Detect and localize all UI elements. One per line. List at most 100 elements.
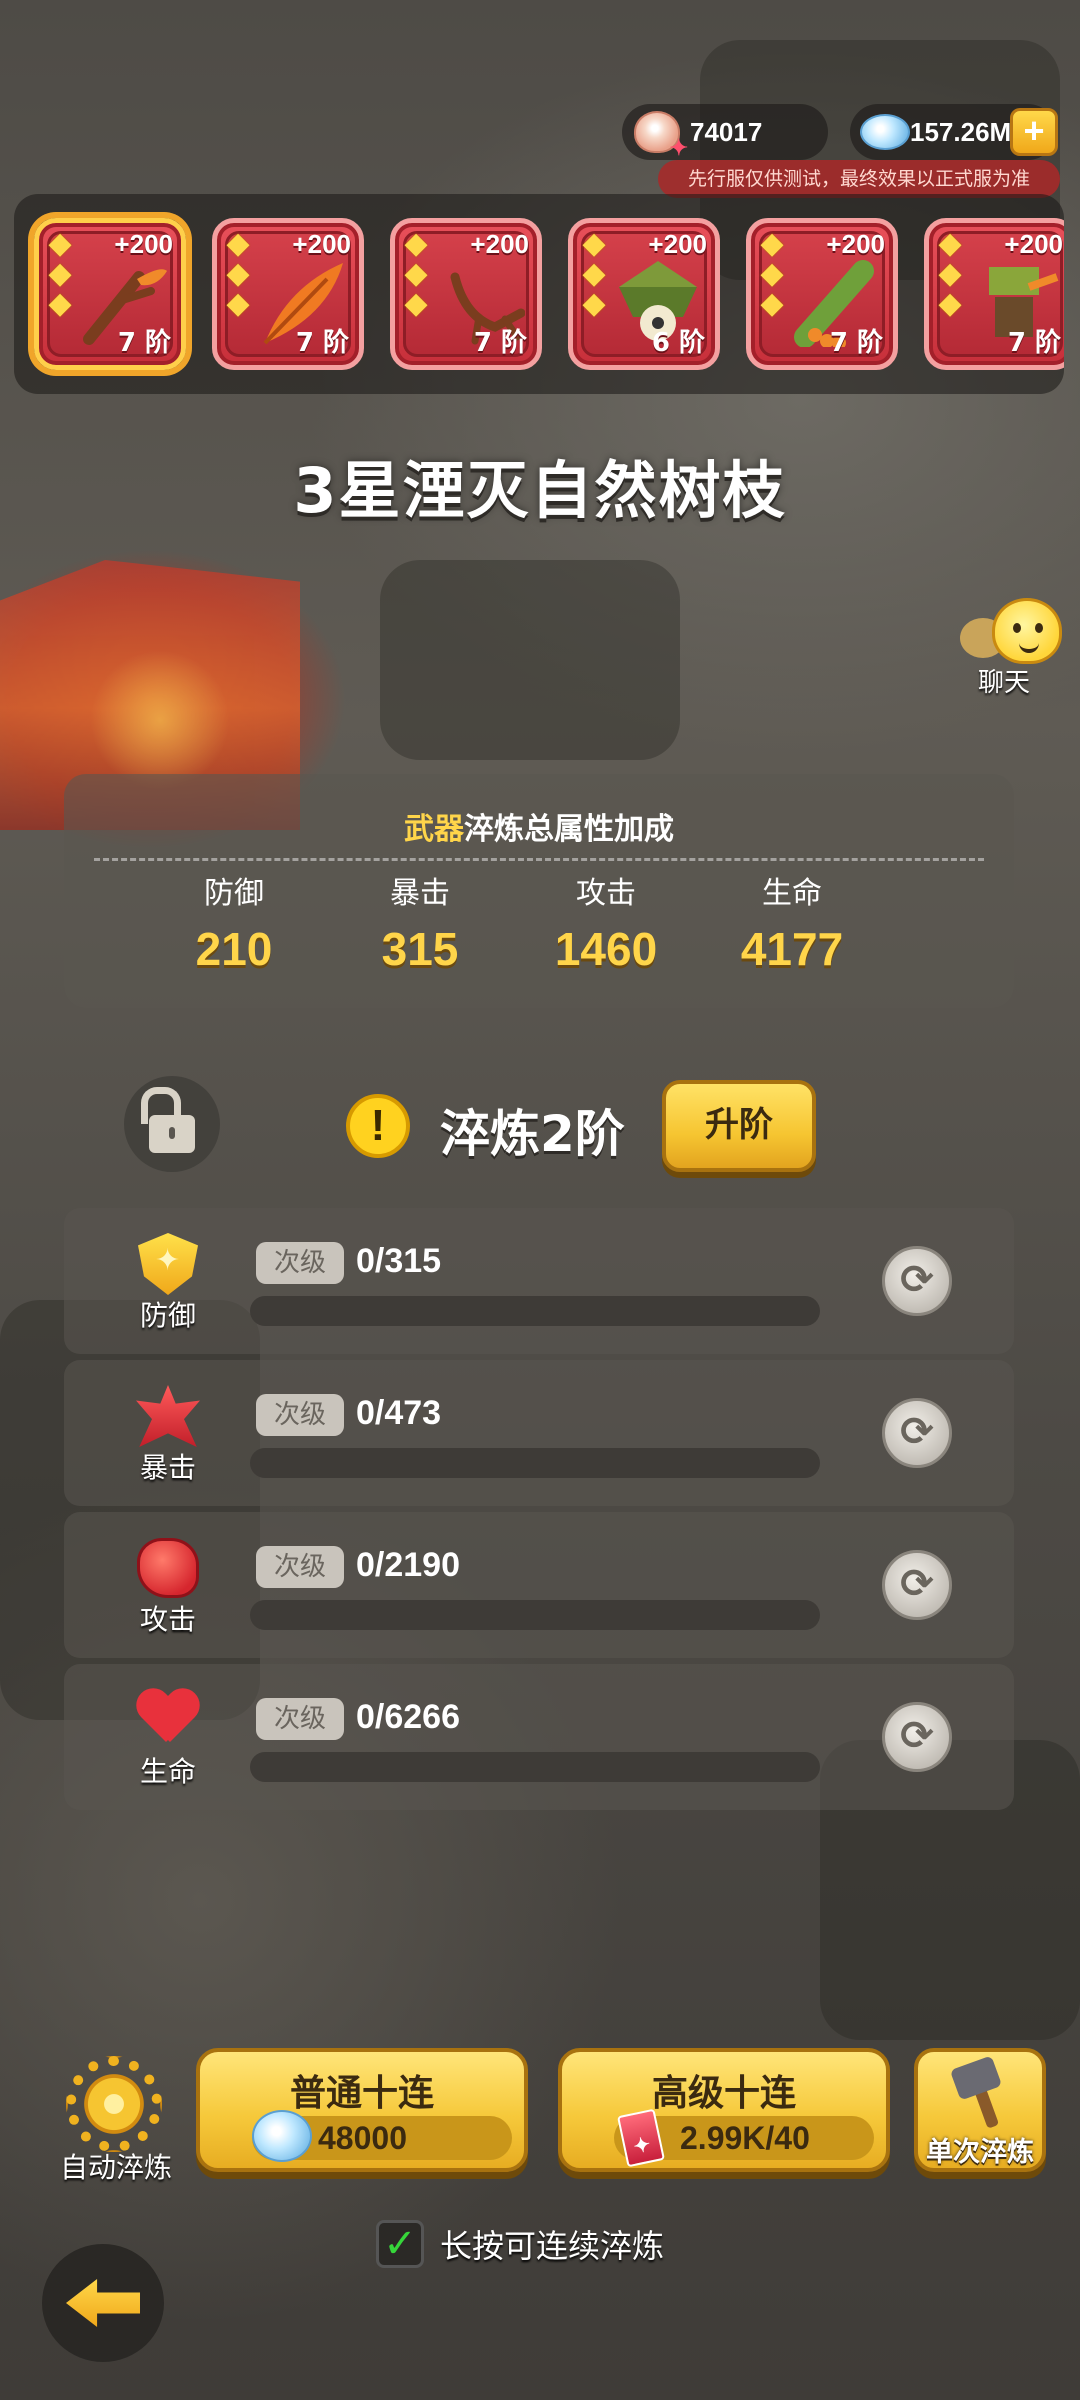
weapon-strip[interactable]: ◆ ◆ ◆ +200 7 阶 ◆ ◆ ◆ +200 7 阶 ◆ ◆ ◆ +200 7 阶 ◆… [14, 194, 1064, 394]
star-icon: ◆ [404, 256, 428, 291]
weapon-card[interactable]: ◆ ◆ ◆ +200 6 阶 [568, 218, 720, 370]
star-rating: ◆ ◆ ◆ [45, 229, 79, 319]
attribute-label: 攻击 [139, 1603, 196, 1636]
hold-label: 长按可连续淬炼 [440, 2227, 665, 2265]
normal-ten-pull-button[interactable]: 普通十连 48000 [196, 2048, 528, 2172]
refresh-icon: ⟳ [900, 1409, 934, 1455]
stats-title-text: 淬炼总属性加成 [464, 812, 674, 847]
star-icon: ◆ [226, 286, 250, 321]
star-icon: ◆ [760, 256, 784, 291]
chat-button[interactable]: 聊天 [958, 598, 1068, 698]
refresh-icon: ⟳ [900, 1713, 934, 1759]
card-bonus: +200 [648, 229, 707, 259]
stats-title-accent: 武器 [404, 812, 464, 847]
star-icon: ◆ [404, 226, 428, 261]
weapon-card[interactable]: ◆ ◆ ◆ +200 7 阶 [390, 218, 542, 370]
stat-crit: 暴击 315 [330, 866, 510, 976]
weapon-card[interactable]: ◆ ◆ ◆ +200 7 阶 [212, 218, 364, 370]
reroll-button[interactable]: ⟳ [882, 1550, 952, 1620]
progress-bar [250, 1296, 820, 1326]
shell-icon [628, 104, 688, 161]
gem-currency: 157.26M + [850, 104, 1058, 160]
cost-pill: 2.99K/40 [614, 2108, 874, 2168]
attribute-progress: 0/473 [356, 1394, 442, 1432]
auto-refine-label: 自动淬炼 [59, 2151, 172, 2184]
stat-name: 防御 [204, 876, 264, 911]
reroll-button[interactable]: ⟳ [882, 1246, 952, 1316]
stat-value: 210 [195, 923, 273, 975]
upgrade-button[interactable]: 升阶 [662, 1080, 816, 1172]
auto-refine-button[interactable]: 自动淬炼 [44, 2056, 174, 2186]
stat-value: 315 [381, 923, 459, 975]
button-title: 高级十连 [651, 2073, 796, 2114]
star-icon: ◆ [938, 226, 962, 261]
fist-icon [134, 1536, 202, 1600]
weapon-card[interactable]: ◆ ◆ ◆ +200 7 阶 [34, 218, 186, 370]
reroll-button[interactable]: ⟳ [882, 1398, 952, 1468]
weapon-title: 3星湮灭自然树枝 [293, 454, 787, 527]
star-icon: ◆ [582, 226, 606, 261]
star-icon: ◆ [582, 286, 606, 321]
attribute-progress: 0/6266 [356, 1698, 460, 1736]
back-button[interactable] [42, 2244, 164, 2362]
star-rating: ◆ ◆ ◆ [579, 229, 613, 319]
shell-amount: 74017 [690, 116, 763, 147]
heart-icon [134, 1688, 202, 1752]
single-refine-button[interactable]: 单次淬炼 [914, 2048, 1046, 2172]
hold-continuous-option[interactable]: ✓ 长按可连续淬炼 [376, 2218, 664, 2270]
weapon-card[interactable]: ◆ ◆ ◆ +200 7 阶 [924, 218, 1064, 370]
star-icon: ◆ [938, 286, 962, 321]
hammer-icon [949, 2055, 1014, 2129]
star-rating: ◆ ◆ ◆ [223, 229, 257, 319]
card-bonus: +200 [292, 229, 351, 259]
star-icon: ◆ [404, 286, 428, 321]
reroll-button[interactable]: ⟳ [882, 1702, 952, 1772]
background-rock [380, 560, 680, 760]
progress-bar [250, 1600, 820, 1630]
star-rating: ◆ ◆ ◆ [401, 229, 435, 319]
attribute-progress: 0/315 [356, 1242, 442, 1280]
check-icon: ✓ [383, 2221, 417, 2267]
attribute-label: 生命 [139, 1755, 196, 1788]
star-icon: ◆ [48, 256, 72, 291]
weapon-card[interactable]: ◆ ◆ ◆ +200 7 阶 [746, 218, 898, 370]
hold-checkbox[interactable]: ✓ [376, 2220, 424, 2268]
card-rank: 7 阶 [295, 328, 349, 358]
attribute-row-attack: 攻击 次级 0/2190 ⟳ [64, 1512, 1014, 1658]
progress-bar [250, 1752, 820, 1782]
attribute-row-hp: 生命 次级 0/6266 ⟳ [64, 1664, 1014, 1810]
ticket-icon [617, 2108, 665, 2168]
smiley-icon [992, 598, 1062, 664]
button-title: 普通十连 [289, 2073, 434, 2114]
attribute-row-crit: 暴击 次级 0/473 ⟳ [64, 1360, 1014, 1506]
attribute-row-defense: 防御 次级 0/315 ⟳ [64, 1208, 1014, 1354]
stat-defense: 防御 210 [144, 866, 324, 976]
star-icon: ◆ [760, 226, 784, 261]
star-icon: ◆ [582, 256, 606, 291]
gem-icon [252, 2110, 312, 2162]
star-icon: ◆ [226, 256, 250, 291]
add-gems-button[interactable]: + [1010, 108, 1058, 156]
refine-level: 淬炼2阶 [440, 1105, 625, 1163]
lock-toggle-button[interactable] [124, 1076, 220, 1172]
test-server-notice: 先行服仅供测试，最终效果以正式服为准 [658, 160, 1060, 198]
stat-name: 生命 [762, 876, 822, 911]
single-refine-label: 单次淬炼 [926, 2137, 1034, 2168]
stat-value: 4177 [740, 923, 844, 975]
warning-icon[interactable]: ! [346, 1094, 410, 1158]
advanced-ten-pull-button[interactable]: 高级十连 2.99K/40 [558, 2048, 890, 2172]
gem-icon [856, 104, 914, 160]
card-rank: 7 阶 [473, 328, 527, 358]
grade-tag: 次级 [256, 1546, 344, 1588]
card-bonus: +200 [114, 229, 173, 259]
cost-pill: 48000 [252, 2110, 512, 2162]
card-bonus: +200 [470, 229, 529, 259]
star-icon: ◆ [760, 286, 784, 321]
star-icon: ◆ [48, 226, 72, 261]
stat-value: 1460 [554, 923, 658, 975]
cost-value: 48000 [318, 2120, 407, 2156]
star-rating: ◆ ◆ ◆ [757, 229, 791, 319]
back-arrow-icon [66, 2279, 140, 2327]
dashed-divider [94, 858, 984, 861]
attribute-label: 防御 [139, 1299, 196, 1332]
